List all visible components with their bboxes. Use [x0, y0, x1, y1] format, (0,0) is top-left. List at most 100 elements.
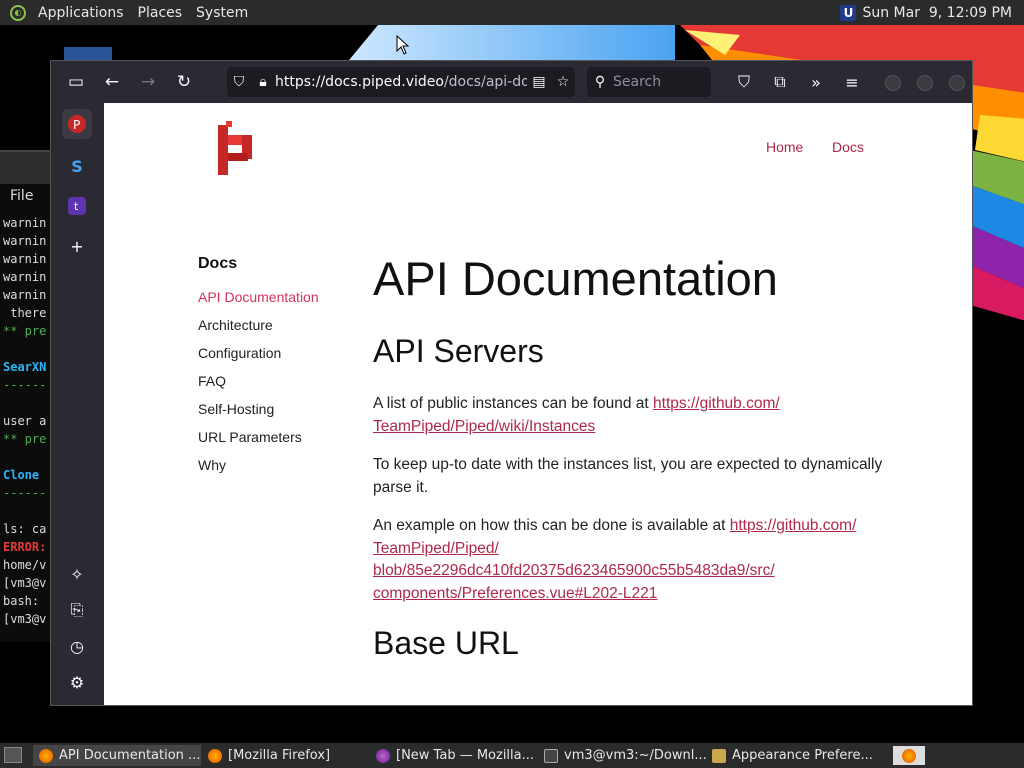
clock[interactable]: Sun Mar 9, 12:09 PM [862, 5, 1012, 21]
ai-sparkle-icon[interactable]: ✧ [62, 559, 92, 589]
task-label: API Documentation ... [59, 748, 201, 763]
firefox-icon [39, 748, 53, 763]
task-appearance-preferences[interactable]: Appearance Prefere... [706, 745, 878, 766]
terminal-line: warnin [3, 252, 47, 266]
minimize-button[interactable] [885, 75, 901, 91]
hamburger-menu-icon[interactable]: ≡ [837, 67, 867, 97]
terminal-line: warnin [3, 288, 47, 302]
terminal-line: ** pre [3, 324, 47, 338]
t-app-icon[interactable]: t [62, 191, 92, 221]
add-icon[interactable]: + [62, 231, 92, 261]
menu-places[interactable]: Places [132, 5, 191, 21]
back-icon[interactable]: ← [97, 67, 127, 97]
s-app-icon[interactable]: S [62, 151, 92, 181]
task-label: [Mozilla Firefox] [228, 748, 331, 763]
firefox-icon [208, 748, 222, 763]
tray-app-icon[interactable]: U [840, 4, 857, 21]
settings-gear-icon[interactable]: ⚙ [62, 667, 92, 697]
browser-sidebar: P S t + ✧ ⎘ ◷ ⚙ [51, 103, 104, 705]
top-panel: ◐ Applications Places System U Sun Mar 9… [0, 0, 1024, 25]
terminal-line: bash: [3, 594, 47, 608]
forward-icon[interactable]: → [133, 67, 163, 97]
page-title: API Documentation [373, 252, 778, 305]
overflow-chevron-icon[interactable]: » [801, 67, 831, 97]
task-new-tab[interactable]: [New Tab — Mozilla... [370, 745, 535, 766]
search-bar[interactable]: ⚲ Search [587, 67, 711, 97]
piped-icon[interactable]: P [62, 109, 92, 139]
desktop: File warnin warnin warnin warnin warnin ther… [0, 25, 1024, 743]
shield-icon[interactable]: ⛉ [227, 74, 251, 90]
task-mozilla-firefox[interactable]: [Mozilla Firefox] [202, 745, 367, 766]
mouse-cursor-icon [396, 35, 410, 55]
distro-logo-icon[interactable]: ◐ [10, 4, 26, 21]
sidebar-item-configuration[interactable]: Configuration [198, 345, 319, 373]
link-line: https://github.com/ [653, 395, 780, 412]
lock-icon[interactable]: 🔒︎ [251, 74, 275, 90]
paragraph-text: A list of public instances can be found … [373, 395, 654, 412]
workspace-switcher[interactable] [893, 746, 925, 765]
piped-logo[interactable] [218, 121, 254, 175]
terminal-line: [vm3@v [3, 576, 47, 590]
sidebar-item-faq[interactable]: FAQ [198, 373, 319, 401]
svg-text:t: t [74, 200, 79, 213]
search-icon: ⚲ [594, 74, 606, 90]
link-line: components/Preferences.vue#L202-L221 [373, 584, 658, 602]
pocket-icon[interactable]: ⛉ [729, 67, 759, 97]
url-path: /docs/api-do [443, 74, 527, 90]
paragraph-text: An example on how this can be done is av… [373, 517, 730, 534]
sidebar-item-api-documentation[interactable]: API Documentation [198, 289, 319, 317]
sidebar-toggle-icon[interactable]: ▭ [61, 67, 91, 97]
url-text[interactable]: https://docs.piped.video/docs/api-do [275, 74, 527, 90]
link-line: https://github.com/ [729, 517, 857, 534]
terminal-menu-file[interactable]: File [10, 188, 33, 204]
terminal-line: SearXN [3, 360, 47, 374]
terminal-output: warnin warnin warnin warnin warnin there ** p… [3, 214, 46, 628]
sidebar-item-architecture[interactable]: Architecture [198, 317, 319, 345]
desktop-icon[interactable] [64, 47, 112, 61]
svg-text:P: P [73, 118, 80, 132]
terminal-line: warnin [3, 216, 47, 230]
terminal-line: ------ [3, 378, 47, 392]
menu-system[interactable]: System [190, 5, 256, 21]
terminal-line: warnin [3, 234, 47, 248]
history-icon[interactable]: ◷ [62, 631, 92, 661]
firefox-icon [376, 748, 390, 763]
url-bar[interactable]: ⛉ 🔒︎ https://docs.piped.video/docs/api-d… [227, 67, 575, 97]
close-button[interactable] [949, 75, 965, 91]
web-page: Home Docs Docs API Documentation Archite… [104, 103, 972, 705]
section-heading-base-url: Base URL [373, 625, 519, 661]
reload-icon[interactable]: ↻ [169, 67, 199, 97]
paragraph-dynamic-parse: To keep up-to date with the instances li… [373, 456, 883, 496]
link-line: blob/85e2296dc410fd20375d623465900c55b54… [373, 562, 775, 579]
main-content: API Documentation API Servers A list of … [373, 249, 893, 685]
wallpaper-stripe [345, 25, 675, 65]
search-placeholder: Search [613, 74, 662, 90]
terminal-line: ls: ca [3, 522, 47, 536]
sidebar-item-self-hosting[interactable]: Self-Hosting [198, 401, 319, 429]
sidebar-item-why[interactable]: Why [198, 457, 319, 485]
terminal-line: ERROR: [3, 540, 47, 554]
nav-home-link[interactable]: Home [766, 139, 803, 155]
show-desktop-icon[interactable] [4, 747, 22, 763]
menu-applications[interactable]: Applications [32, 5, 132, 21]
synced-tabs-icon[interactable]: ⎘ [62, 595, 92, 625]
docs-sidebar-heading: Docs [198, 255, 238, 272]
url-host: https://docs.piped.video [275, 74, 444, 90]
nav-docs-link[interactable]: Docs [832, 139, 864, 155]
task-terminal[interactable]: vm3@vm3:~/Downl... [538, 745, 706, 766]
terminal-icon [544, 748, 558, 763]
terminal-line: home/v [3, 558, 47, 572]
reader-mode-icon[interactable]: ▤ [527, 74, 551, 90]
link-line: TeamPiped/Piped/ [373, 539, 499, 557]
bookmark-star-icon[interactable]: ☆ [551, 74, 575, 90]
task-label: [New Tab — Mozilla... [396, 748, 535, 763]
extensions-icon[interactable]: ⧉ [765, 67, 795, 97]
paragraph-example: An example on how this can be done is av… [373, 515, 893, 605]
sidebar-item-url-parameters[interactable]: URL Parameters [198, 429, 319, 457]
maximize-button[interactable] [917, 75, 933, 91]
task-api-documentation[interactable]: API Documentation ... [33, 745, 201, 766]
